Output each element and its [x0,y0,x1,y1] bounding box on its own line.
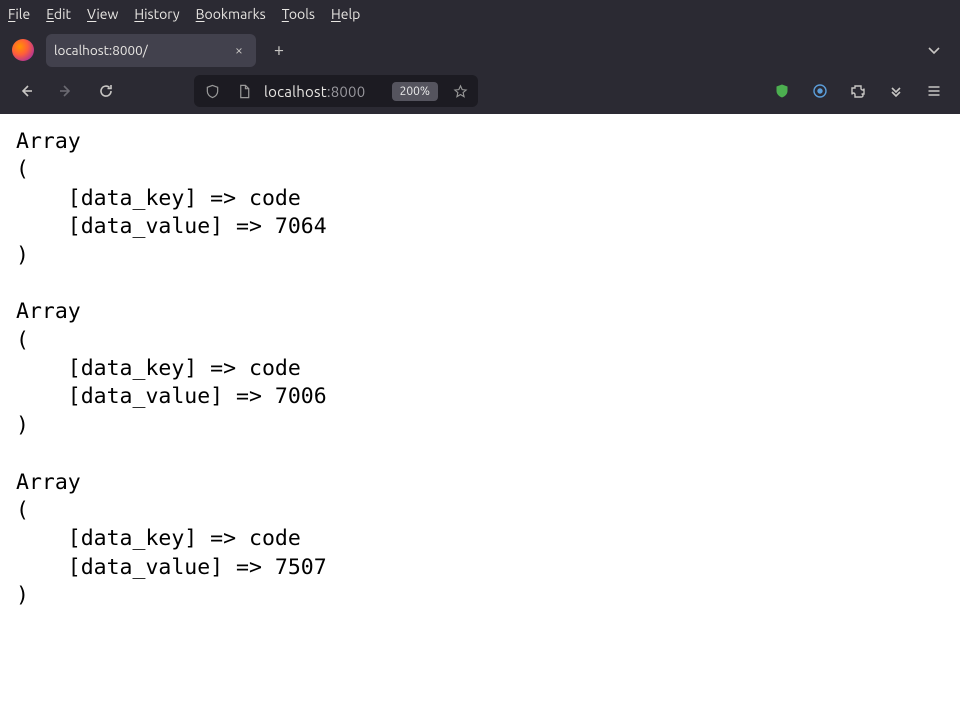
browser-tab[interactable]: localhost:8000/ × [46,34,256,67]
overflow-icon[interactable] [880,75,912,107]
tabstrip: localhost:8000/ × + [0,28,960,68]
protection-shield-icon[interactable] [766,75,798,107]
list-tabs-button[interactable] [920,36,948,64]
bookmark-star-icon[interactable] [448,79,472,103]
navbar: localhost:8000 200% [0,68,960,114]
page-content: Array ( [data_key] => code [data_value] … [0,114,960,712]
new-tab-button[interactable]: + [264,35,294,65]
url-text[interactable]: localhost:8000 [264,83,384,100]
page-icon [232,79,256,103]
zoom-badge[interactable]: 200% [392,82,438,101]
url-port: :8000 [327,83,366,100]
back-button[interactable] [10,75,42,107]
hamburger-menu-icon[interactable] [918,75,950,107]
shield-icon[interactable] [200,79,224,103]
forward-button[interactable] [50,75,82,107]
reload-button[interactable] [90,75,122,107]
menu-history[interactable]: History [134,6,179,22]
firefox-logo-icon [8,35,38,65]
menu-view[interactable]: View [87,6,118,22]
url-host: localhost [264,83,327,100]
close-tab-button[interactable]: × [230,41,248,59]
extensions-icon[interactable] [842,75,874,107]
menu-file[interactable]: File [8,6,30,22]
menubar: File Edit View History Bookmarks Tools H… [0,0,960,28]
menu-help[interactable]: Help [331,6,360,22]
menu-bookmarks[interactable]: Bookmarks [196,6,266,22]
menu-edit[interactable]: Edit [46,6,71,22]
menu-tools[interactable]: Tools [282,6,315,22]
account-icon[interactable] [804,75,836,107]
tab-title: localhost:8000/ [54,42,222,58]
urlbar[interactable]: localhost:8000 200% [194,75,478,107]
